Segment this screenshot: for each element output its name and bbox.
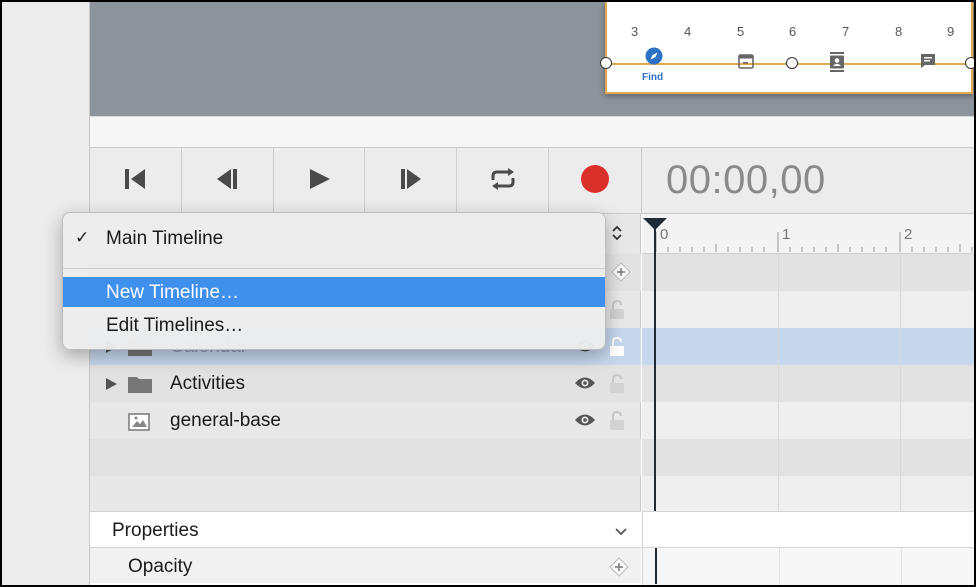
timeline-track[interactable] xyxy=(642,476,974,511)
timeline-ruler[interactable]: 0 1 2 xyxy=(642,214,974,254)
resize-handle-left[interactable] xyxy=(600,57,612,69)
phone-ruler-label: 5 xyxy=(737,24,745,39)
timeline-track[interactable] xyxy=(642,402,974,439)
checkmark-icon: ✓ xyxy=(75,228,90,247)
phone-ruler-label: 9 xyxy=(947,24,955,39)
eye-icon[interactable] xyxy=(574,413,596,432)
properties-timeline-header xyxy=(642,511,974,547)
timeline-track[interactable] xyxy=(642,439,974,476)
phone-ruler-label: 3 xyxy=(631,24,639,39)
phone-ruler-label: 7 xyxy=(842,24,850,39)
tab-contacts[interactable] xyxy=(825,52,849,77)
message-icon xyxy=(919,54,937,74)
timeline-gridline xyxy=(778,254,779,511)
play-button[interactable] xyxy=(274,148,366,214)
property-row-opacity[interactable]: Opacity xyxy=(90,547,641,583)
hype-window: 3 4 5 6 7 8 9 Find 00:00,00 Activities g… xyxy=(0,0,976,587)
timeline-track[interactable] xyxy=(642,254,974,291)
properties-panel: Properties Opacity xyxy=(90,511,974,585)
layer-row-empty xyxy=(90,476,641,511)
timeline-track-selected[interactable] xyxy=(642,328,974,365)
eye-icon[interactable] xyxy=(574,376,596,395)
property-label: Opacity xyxy=(128,556,193,577)
lock-icon[interactable] xyxy=(609,373,625,399)
contacts-icon xyxy=(828,52,846,76)
tab-find[interactable] xyxy=(642,47,666,70)
loop-button[interactable] xyxy=(457,148,550,214)
resize-handle-right[interactable] xyxy=(965,57,974,69)
timeline-gridline xyxy=(901,548,902,585)
image-icon xyxy=(128,413,150,436)
scene-canvas[interactable]: 3 4 5 6 7 8 9 Find xyxy=(90,2,974,116)
playhead[interactable] xyxy=(643,218,667,511)
properties-title: Properties xyxy=(112,520,199,541)
transport-toolbar xyxy=(90,148,641,214)
record-button[interactable] xyxy=(549,148,641,214)
layer-row[interactable]: Activities xyxy=(90,365,641,402)
add-keyframe-icon[interactable] xyxy=(609,557,629,582)
menu-item-label: Edit Timelines… xyxy=(106,315,244,336)
ruler-ticks xyxy=(655,232,973,252)
ruler-label: 1 xyxy=(782,226,791,243)
layer-name: Activities xyxy=(170,373,245,394)
phone-ruler-label: 6 xyxy=(789,24,797,39)
timeline-track[interactable] xyxy=(642,365,974,402)
phone-ruler-label: 4 xyxy=(684,24,692,39)
menu-item-main-timeline[interactable]: ✓ Main Timeline xyxy=(63,223,605,253)
playhead-continuation xyxy=(655,548,657,584)
tab-find-label: Find xyxy=(642,72,664,83)
timeline-menu: ✓ Main Timeline New Timeline… Edit Timel… xyxy=(62,212,606,350)
playhead-handle-icon[interactable] xyxy=(643,218,667,230)
ruler-label: 2 xyxy=(904,226,913,243)
step-back-icon xyxy=(214,166,240,197)
go-to-start-icon xyxy=(122,166,148,197)
phone-ruler-label: 8 xyxy=(895,24,903,39)
phone-ruler: 3 4 5 6 7 8 9 xyxy=(607,24,971,39)
disclosure-triangle-icon[interactable] xyxy=(104,377,118,396)
record-icon xyxy=(580,164,610,199)
resize-handle-middle[interactable] xyxy=(786,57,798,69)
lock-icon[interactable] xyxy=(609,410,625,436)
add-property-icon[interactable] xyxy=(611,262,631,287)
step-forward-button[interactable] xyxy=(365,148,458,214)
chevron-updown-icon[interactable] xyxy=(610,224,624,247)
chevron-down-icon[interactable] xyxy=(614,524,628,542)
properties-header[interactable]: Properties xyxy=(90,511,641,547)
timecode-display: 00:00,00 xyxy=(666,158,826,202)
menu-item-label: Main Timeline xyxy=(106,228,224,249)
timeline-tracks[interactable]: 0 1 2 xyxy=(642,214,974,511)
layer-name: general-base xyxy=(170,410,281,431)
folder-icon xyxy=(128,375,152,398)
lock-icon[interactable] xyxy=(609,336,625,362)
go-to-start-button[interactable] xyxy=(90,148,182,214)
layer-row-empty xyxy=(90,439,641,476)
menu-separator xyxy=(63,268,605,269)
layer-row[interactable]: general-base xyxy=(90,402,641,439)
play-icon xyxy=(306,166,332,197)
menu-item-edit-timelines[interactable]: Edit Timelines… xyxy=(63,310,605,340)
calendar-icon xyxy=(737,54,755,74)
timeline-gridline xyxy=(779,548,780,585)
step-back-button[interactable] xyxy=(182,148,274,214)
tab-messages[interactable] xyxy=(916,52,940,75)
properties-timeline-track[interactable] xyxy=(642,547,974,585)
step-forward-icon xyxy=(398,166,424,197)
menu-item-label: New Timeline… xyxy=(106,282,240,303)
tab-bar: Find xyxy=(600,38,974,92)
timecode-panel: 00:00,00 xyxy=(641,148,974,214)
timeline-gridline xyxy=(900,254,901,511)
loop-icon xyxy=(489,167,517,196)
tab-calendar[interactable] xyxy=(734,52,758,75)
compass-icon xyxy=(645,47,663,69)
menu-item-new-timeline[interactable]: New Timeline… xyxy=(63,277,605,307)
timeline-track[interactable] xyxy=(642,291,974,328)
lock-icon[interactable] xyxy=(609,299,625,325)
scene-bottom-strip xyxy=(90,116,974,148)
phone-preview[interactable]: 3 4 5 6 7 8 9 Find xyxy=(600,2,974,94)
